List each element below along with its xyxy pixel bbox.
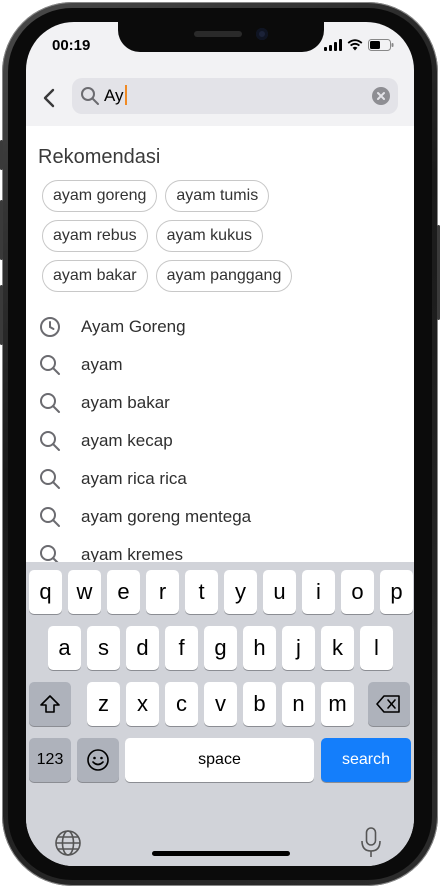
search-icon xyxy=(40,469,60,489)
notch xyxy=(118,22,324,52)
chip-row: ayam bakar ayam panggang xyxy=(42,260,402,292)
suggestion-list: Ayam Goreng ayam ayam bakar ayam kecap a… xyxy=(26,308,414,574)
key-a[interactable]: a xyxy=(48,626,81,670)
emoji-key[interactable] xyxy=(77,738,119,782)
keyboard: q w e r t y u i o p a s d f g h j k l z … xyxy=(26,562,414,866)
key-c[interactable]: c xyxy=(165,682,198,726)
screen: 00:19 Ay Rekomendasi ayam goreng ayam tu… xyxy=(26,22,414,866)
results-panel: Rekomendasi ayam goreng ayam tumis ayam … xyxy=(26,126,414,566)
home-indicator[interactable] xyxy=(152,851,290,856)
key-h[interactable]: h xyxy=(243,626,276,670)
key-l[interactable]: l xyxy=(360,626,393,670)
list-item[interactable]: ayam goreng mentega xyxy=(26,498,414,536)
key-v[interactable]: v xyxy=(204,682,237,726)
key-z[interactable]: z xyxy=(87,682,120,726)
delete-key[interactable] xyxy=(368,682,410,726)
key-r[interactable]: r xyxy=(146,570,179,614)
clear-icon[interactable] xyxy=(372,87,390,105)
key-w[interactable]: w xyxy=(68,570,101,614)
search-icon xyxy=(40,393,60,413)
key-j[interactable]: j xyxy=(282,626,315,670)
search-key[interactable]: search xyxy=(321,738,411,782)
front-camera xyxy=(256,28,268,40)
key-n[interactable]: n xyxy=(282,682,315,726)
suggestion-text: ayam goreng mentega xyxy=(81,507,252,526)
clock-icon xyxy=(40,317,60,337)
search-header: Ay xyxy=(26,70,414,126)
key-s[interactable]: s xyxy=(87,626,120,670)
search-input[interactable]: Ay xyxy=(104,85,364,106)
keyboard-row-2: a s d f g h j k l xyxy=(26,626,414,670)
shift-key[interactable] xyxy=(29,682,71,726)
suggestion-text: ayam xyxy=(81,355,123,374)
recommendation-chip[interactable]: ayam kukus xyxy=(155,220,263,252)
side-button xyxy=(0,200,3,260)
suggestion-text: ayam rica rica xyxy=(81,469,187,488)
side-button xyxy=(0,140,3,170)
battery-icon xyxy=(368,39,394,51)
list-item[interactable]: ayam kecap xyxy=(26,422,414,460)
list-item[interactable]: ayam bakar xyxy=(26,384,414,422)
key-p[interactable]: p xyxy=(380,570,413,614)
key-o[interactable]: o xyxy=(341,570,374,614)
recommendation-chip[interactable]: ayam panggang xyxy=(155,260,293,292)
shift-icon xyxy=(40,695,60,713)
chip-row: ayam rebus ayam kukus xyxy=(42,220,402,252)
key-e[interactable]: e xyxy=(107,570,140,614)
recommendation-chip[interactable]: ayam goreng xyxy=(42,180,158,212)
recommendation-chip[interactable]: ayam rebus xyxy=(42,220,148,252)
keyboard-row-3: z x c v b n m xyxy=(26,682,414,726)
list-item[interactable]: ayam rica rica xyxy=(26,460,414,498)
list-item[interactable]: ayam xyxy=(26,346,414,384)
key-b[interactable]: b xyxy=(243,682,276,726)
chip-row: ayam goreng ayam tumis xyxy=(42,180,402,212)
signal-icon xyxy=(324,39,342,51)
microphone-icon[interactable] xyxy=(359,826,383,860)
globe-icon[interactable] xyxy=(53,828,83,858)
keyboard-row-1: q w e r t y u i o p xyxy=(26,570,414,614)
wifi-icon xyxy=(347,39,363,51)
search-icon xyxy=(40,355,60,375)
recommendation-chip[interactable]: ayam bakar xyxy=(42,260,148,292)
search-icon xyxy=(40,431,60,451)
numbers-key[interactable]: 123 xyxy=(29,738,71,782)
key-d[interactable]: d xyxy=(126,626,159,670)
side-button xyxy=(0,285,3,345)
key-k[interactable]: k xyxy=(321,626,354,670)
list-item[interactable]: Ayam Goreng xyxy=(26,308,414,346)
search-input-value: Ay xyxy=(104,86,124,105)
back-arrow-icon[interactable] xyxy=(40,86,60,110)
recommendations-title: Rekomendasi xyxy=(38,146,161,168)
suggestion-text: Ayam Goreng xyxy=(81,317,186,336)
search-bar[interactable]: Ay xyxy=(72,78,398,114)
key-y[interactable]: y xyxy=(224,570,257,614)
key-u[interactable]: u xyxy=(263,570,296,614)
key-i[interactable]: i xyxy=(302,570,335,614)
space-key[interactable]: space xyxy=(125,738,314,782)
search-icon xyxy=(40,507,60,527)
status-icons xyxy=(324,39,394,51)
recommendation-chip[interactable]: ayam tumis xyxy=(165,180,270,212)
search-icon xyxy=(81,87,99,105)
recommendation-chips: ayam goreng ayam tumis ayam rebus ayam k… xyxy=(42,180,402,300)
key-t[interactable]: t xyxy=(185,570,218,614)
emoji-icon xyxy=(87,749,109,771)
suggestion-text: ayam bakar xyxy=(81,393,170,412)
text-caret xyxy=(124,85,127,105)
speaker xyxy=(194,31,242,37)
keyboard-row-4: 123 space search xyxy=(26,738,414,782)
status-time: 00:19 xyxy=(52,37,91,54)
key-q[interactable]: q xyxy=(29,570,62,614)
key-x[interactable]: x xyxy=(126,682,159,726)
backspace-icon xyxy=(376,695,400,713)
suggestion-text: ayam kecap xyxy=(81,431,173,450)
key-g[interactable]: g xyxy=(204,626,237,670)
key-m[interactable]: m xyxy=(321,682,354,726)
key-f[interactable]: f xyxy=(165,626,198,670)
